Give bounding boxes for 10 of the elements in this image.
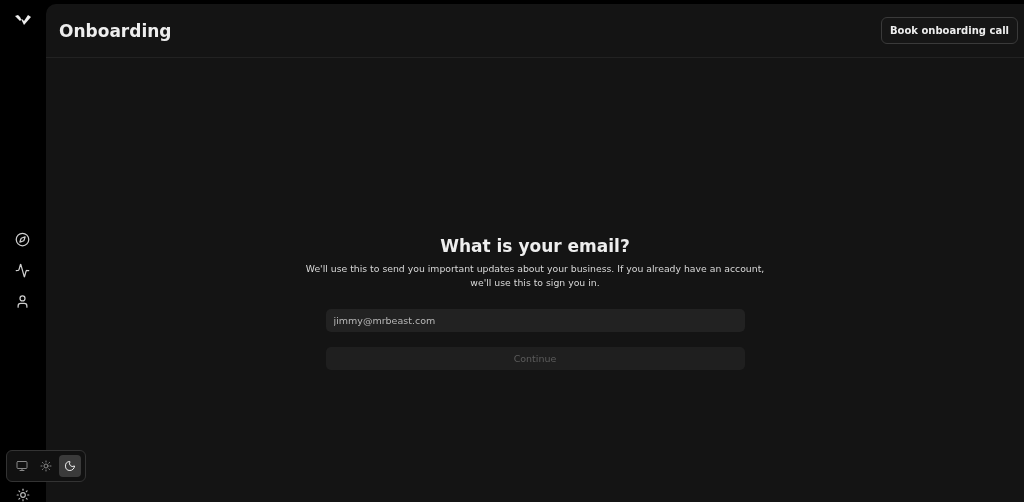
chart-icon[interactable] bbox=[14, 263, 32, 280]
moon-icon[interactable] bbox=[59, 455, 81, 477]
sun-icon[interactable] bbox=[16, 488, 30, 502]
logo-icon bbox=[14, 14, 32, 26]
book-call-button[interactable]: Book onboarding call bbox=[880, 17, 1018, 44]
email-field[interactable]: jimmy@mrbeast.com bbox=[325, 309, 745, 332]
page-title: Onboarding bbox=[59, 20, 172, 41]
form-heading: What is your email? bbox=[440, 236, 630, 256]
form-description: We'll use this to send you important updates about your business. If you already have an account, we'll use this to sign you in. bbox=[305, 262, 765, 290]
compass-icon[interactable] bbox=[14, 232, 32, 249]
